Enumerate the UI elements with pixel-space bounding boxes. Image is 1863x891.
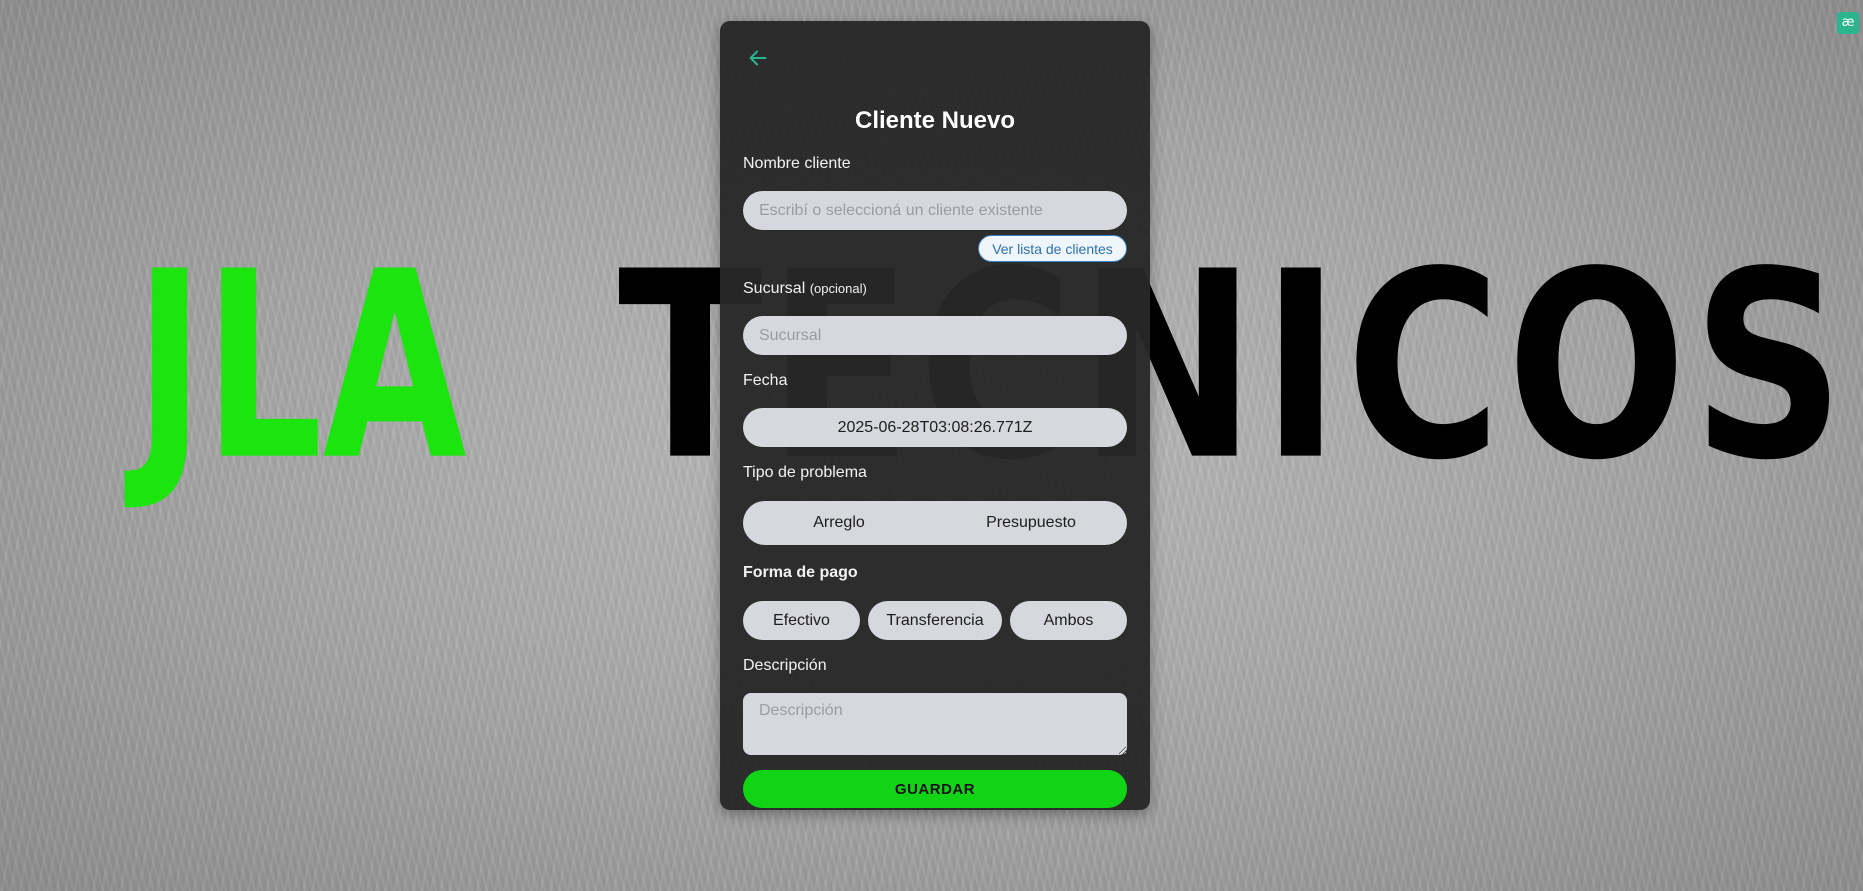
payment-method-label: Forma de pago	[743, 564, 858, 581]
form-title: Cliente Nuevo	[854, 107, 1016, 134]
back-button[interactable]	[743, 43, 773, 73]
payment-both-button[interactable]: Ambos	[1010, 601, 1127, 640]
description-textarea[interactable]	[743, 693, 1127, 755]
client-name-label: Nombre cliente	[743, 155, 851, 172]
description-label: Descripción	[743, 657, 827, 674]
problem-type-quote-option[interactable]: Presupuesto	[935, 501, 1127, 545]
payment-cash-button[interactable]: Efectivo	[743, 601, 860, 640]
arrow-left-icon	[749, 50, 767, 66]
client-name-input[interactable]	[743, 191, 1127, 230]
problem-type-label: Tipo de problema	[743, 464, 867, 481]
save-button[interactable]: GUARDAR	[743, 770, 1127, 808]
payment-method-options: Efectivo Transferencia Ambos	[743, 601, 1127, 640]
branch-label: Sucursal (opcional)	[743, 280, 867, 298]
translate-icon[interactable]: æ	[1837, 12, 1859, 34]
view-client-list-button[interactable]: Ver lista de clientes	[978, 235, 1127, 262]
problem-type-repair-option[interactable]: Arreglo	[743, 501, 935, 545]
branch-input[interactable]	[743, 316, 1127, 355]
payment-transfer-button[interactable]: Transferencia	[868, 601, 1002, 640]
branch-optional-hint: (opcional)	[809, 281, 867, 296]
brand-jla-text: JLA	[135, 216, 467, 517]
new-client-form: Cliente Nuevo Nombre cliente Ver lista d…	[720, 21, 1150, 810]
branch-label-text: Sucursal	[743, 280, 806, 297]
problem-type-toggle: Arreglo Presupuesto	[743, 501, 1127, 545]
date-input[interactable]	[743, 408, 1127, 447]
date-label: Fecha	[743, 372, 788, 389]
